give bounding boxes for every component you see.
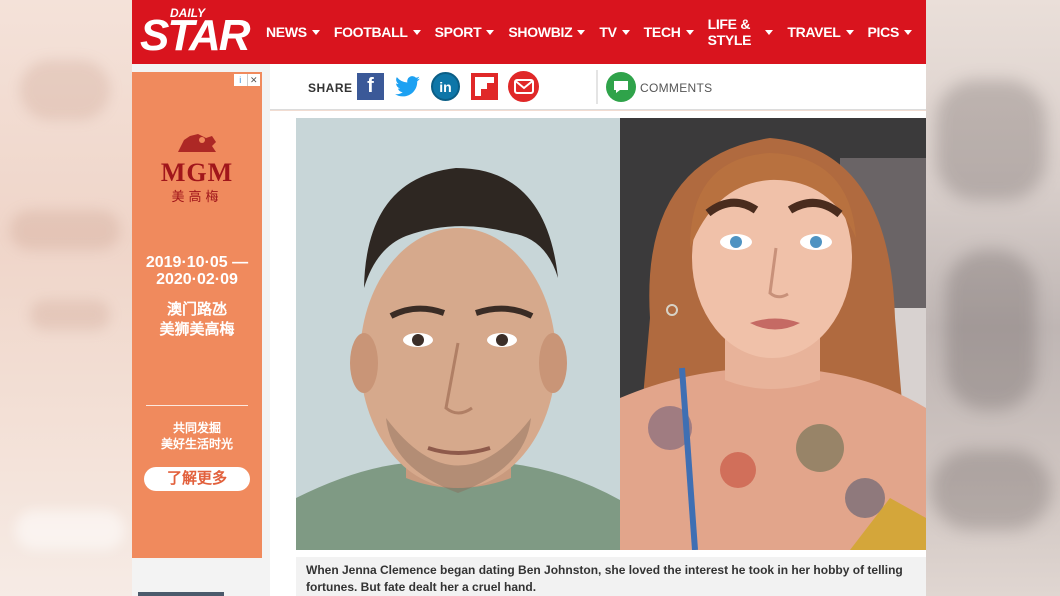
ad-choices-badge[interactable]: i ✕ [234,74,260,86]
linkedin-icon[interactable]: in [431,72,460,101]
nav-item-tech[interactable]: TECH [644,24,694,40]
caret-down-icon [904,29,912,35]
photo-man [296,118,620,550]
caret-down-icon [765,29,774,35]
ad-bottom-strip [138,592,224,596]
ad-divider [146,405,248,406]
lion-emblem-icon [178,134,216,152]
flipboard-shape [475,77,494,96]
caret-down-icon [311,29,320,35]
share-divider [596,70,598,104]
linkedin-glyph: in [439,78,452,95]
share-label: SHARE [308,81,353,95]
main-nav: NEWS FOOTBALL SPORT SHOWBIZ TV TECH LIFE… [266,0,926,64]
envelope-shape [513,79,534,94]
man-portrait-illustration [296,118,620,550]
ad-date-start: 2019·10·05 — [145,254,249,271]
nav-item-travel[interactable]: TRAVEL [787,24,854,40]
ad-brand: MGM [160,158,234,187]
ad-location-line2: 美狮美高梅 [159,321,235,338]
ad-location-line1: 澳门路氹 [166,301,227,318]
nav-item-showbiz[interactable]: SHOWBIZ [508,24,586,40]
ad-tagline1: 共同发掘 [172,421,221,435]
ad-date-end: 2020·02·09 [156,271,238,288]
comments-link[interactable]: COMMENTS [640,81,712,95]
ad-brand-cn: 美高梅 [171,189,223,204]
nav-item-label: FOOTBALL [333,24,408,40]
left-background [0,0,132,596]
facebook-glyph: f [367,75,374,97]
ad-tagline2: 美好生活时光 [160,437,233,451]
right-background [926,0,1060,596]
nav-item-football[interactable]: FOOTBALL [334,24,421,40]
nav-item-pics[interactable]: PICS [868,24,912,40]
email-icon[interactable] [508,71,539,102]
caret-down-icon [845,29,854,35]
ad-learn-more-button[interactable]: 了解更多 [144,467,250,491]
comments-icon[interactable] [606,72,636,102]
article-body: When Jenna Clemence began dating Ben Joh… [270,111,926,596]
nav-item-label: PICS [867,24,900,40]
caret-down-icon [621,29,630,35]
caret-down-icon [685,29,694,35]
nav-item-tv[interactable]: TV [599,24,630,40]
nav-item-life-style[interactable]: LIFE & STYLE [708,16,774,48]
twitter-bird-shape [394,75,420,96]
photo-woman [620,118,926,550]
nav-item-label: LIFE & STYLE [707,16,752,48]
nav-item-label: TV [599,24,617,40]
caret-down-icon [486,29,495,35]
mgm-advert[interactable]: i ✕ MGM 美高梅 2019·10·05 — 2020·02·09 澳门路氹… [132,72,262,558]
logo-star-text: STAR [140,11,251,60]
flipboard-icon[interactable] [471,73,498,100]
nav-item-news[interactable]: NEWS [266,24,320,40]
caret-down-icon [577,29,586,35]
woman-portrait-illustration [620,118,926,550]
share-bar: SHARE f in COMMENTS [270,64,926,110]
facebook-icon[interactable]: f [357,73,384,100]
nav-item-label: TRAVEL [787,24,841,40]
nav-item-sport[interactable]: SPORT [435,24,495,40]
site-logo[interactable]: DAILY STAR [140,6,251,60]
speech-bubble-shape [614,81,628,93]
ad-column: i ✕ MGM 美高梅 2019·10·05 — 2020·02·09 澳门路氹… [132,64,270,596]
site-header: DAILY STAR NEWS FOOTBALL SPORT SHOWBIZ T… [132,0,926,64]
ad-close-icon[interactable]: ✕ [246,74,261,86]
caret-down-icon [412,29,421,35]
nav-item-label: TECH [643,24,681,40]
nav-item-label: NEWS [266,24,307,40]
nav-item-label: SHOWBIZ [508,24,573,40]
photo-caption: When Jenna Clemence began dating Ben Joh… [296,557,926,596]
ad-info-icon[interactable]: i [234,74,247,86]
twitter-icon[interactable] [394,73,421,100]
nav-item-label: SPORT [434,24,482,40]
